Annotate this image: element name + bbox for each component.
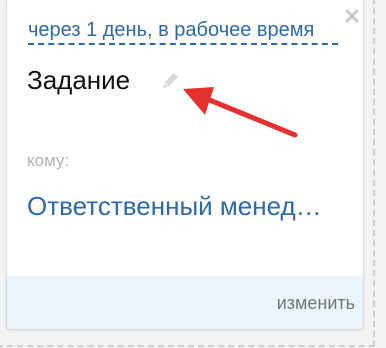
deadline-link[interactable]: через 1 день, в рабочее время [28, 18, 338, 45]
card-footer: изменить [7, 276, 363, 329]
assignee-link[interactable]: Ответственный менеджер [27, 190, 327, 222]
change-button[interactable]: изменить [277, 292, 355, 314]
assignee-label: кому: [27, 151, 70, 170]
close-icon[interactable] [342, 6, 362, 26]
task-card-stage: через 1 день, в рабочее время Задание ко… [0, 0, 386, 348]
annotation-arrow [183, 87, 298, 138]
task-title: Задание [27, 65, 131, 95]
pencil-icon[interactable] [159, 70, 181, 92]
task-card: через 1 день, в рабочее время Задание ко… [6, 0, 364, 330]
